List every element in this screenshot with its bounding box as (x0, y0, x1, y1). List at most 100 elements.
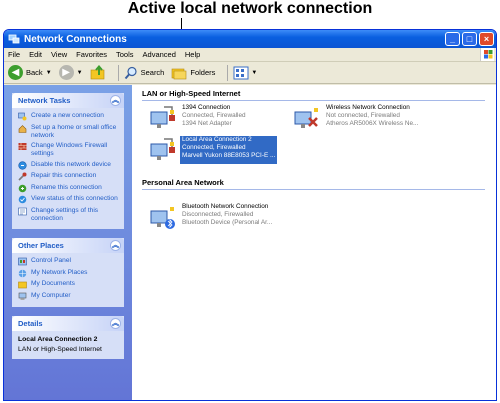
collapse-chevron-icon[interactable]: ︽ (110, 240, 121, 251)
network-tasks-panel: Network Tasks ︽ Create a new connection … (12, 93, 124, 229)
close-button[interactable]: × (479, 32, 494, 46)
other-places-header[interactable]: Other Places ︽ (12, 238, 124, 253)
task-pane: Network Tasks ︽ Create a new connection … (4, 85, 136, 400)
connection-1394[interactable]: 1394 Connection Connected, Firewalled 13… (148, 104, 248, 132)
details-type: LAN or High-Speed Internet (18, 346, 102, 353)
views-icon (233, 66, 249, 79)
place-my-documents[interactable]: My Documents (18, 280, 120, 289)
network-tasks-list: Create a new connection Set up a home or… (12, 108, 124, 229)
details-name: Local Area Connection 2 (18, 336, 98, 343)
wireless-connection-icon (294, 108, 318, 128)
task-disable-device[interactable]: Disable this network device (18, 161, 120, 170)
menu-view[interactable]: View (51, 50, 67, 59)
minimize-button[interactable]: _ (445, 32, 460, 46)
chevron-down-icon: ▼ (45, 69, 52, 76)
connection-local-area-2[interactable]: Local Area Connection 2 Connected, Firew… (148, 136, 278, 164)
details-panel: Details ︽ Local Area Connection 2 LAN or… (12, 316, 124, 359)
network-tasks-title: Network Tasks (18, 96, 71, 105)
collapse-chevron-icon[interactable]: ︽ (110, 95, 121, 106)
menu-advanced[interactable]: Advanced (143, 50, 176, 59)
folders-label: Folders (190, 68, 216, 77)
network-connection-icon (150, 138, 175, 160)
toolbar-separator (117, 64, 119, 81)
collapse-chevron-icon[interactable]: ︽ (110, 318, 121, 329)
documents-folder-icon (18, 281, 27, 289)
connection-name: Bluetooth Network Connection (182, 203, 269, 210)
task-repair-connection[interactable]: Repair this connection (18, 172, 120, 181)
network-tasks-header[interactable]: Network Tasks ︽ (12, 93, 124, 108)
back-label: Back (26, 68, 43, 77)
window-title: Network Connections (24, 33, 127, 45)
menu-help[interactable]: Help (185, 50, 200, 59)
connection-name: Wireless Network Connection (326, 104, 410, 111)
toolbar-separator (227, 64, 229, 81)
connection-name: 1394 Connection (182, 104, 231, 111)
menu-bar: File Edit View Favorites Tools Advanced … (4, 48, 496, 62)
computer-icon (18, 292, 27, 300)
title-bar: Network Connections _ □ × (4, 30, 496, 48)
new-connection-icon (18, 112, 27, 121)
disable-icon (18, 160, 27, 170)
connection-bluetooth[interactable]: Bluetooth Network Connection Disconnecte… (148, 203, 274, 231)
toolbar: ◀ Back ▼ ▶ ▼ Search Folders ▼ (4, 62, 496, 84)
details-header[interactable]: Details ︽ (12, 316, 124, 331)
folders-button[interactable]: Folders (171, 66, 215, 80)
windows-logo-icon (480, 48, 494, 61)
chevron-down-icon: ▼ (76, 69, 83, 76)
folders-icon (172, 68, 187, 79)
network-connections-icon (8, 34, 20, 44)
other-places-panel: Other Places ︽ Control Panel My Network … (12, 238, 124, 307)
up-folder-icon (90, 65, 104, 80)
menu-favorites[interactable]: Favorites (76, 50, 107, 59)
connection-status: Disconnected, Firewalled (182, 211, 254, 218)
connection-device: Bluetooth Device (Personal Ar... (182, 219, 273, 226)
connections-list: LAN or High-Speed Internet 1394 Connecti… (132, 85, 496, 400)
repair-icon (18, 172, 27, 181)
other-places-list: Control Panel My Network Places My Docum… (12, 253, 124, 307)
menu-file[interactable]: File (8, 50, 20, 59)
menu-edit[interactable]: Edit (29, 50, 42, 59)
back-button[interactable]: ◀ Back ▼ (8, 65, 52, 80)
network-connection-icon (150, 106, 175, 128)
connection-wireless[interactable]: Wireless Network Connection Not connecte… (292, 104, 420, 132)
details-title: Details (18, 319, 43, 328)
task-firewall-settings[interactable]: Change Windows Firewall settings (18, 142, 120, 158)
task-rename-connection[interactable]: Rename this connection (18, 184, 120, 193)
task-home-network[interactable]: Set up a home or small office network (18, 124, 120, 140)
task-create-connection[interactable]: Create a new connection (18, 112, 120, 121)
connection-status: Connected, Firewalled (182, 112, 246, 119)
back-arrow-icon: ◀ (8, 65, 23, 80)
task-change-settings[interactable]: Change settings of this connection (18, 207, 120, 223)
home-network-icon (18, 124, 27, 133)
content-area: Network Tasks ︽ Create a new connection … (4, 85, 496, 400)
search-icon (124, 66, 137, 79)
bluetooth-connection-icon (150, 207, 175, 229)
menu-tools[interactable]: Tools (116, 50, 134, 59)
caption: Active local network connection (127, 0, 373, 17)
window: Network Connections _ □ × File Edit View… (3, 29, 497, 401)
connection-status: Connected, Firewalled (182, 144, 246, 151)
place-my-computer[interactable]: My Computer (18, 292, 120, 301)
connection-name: Local Area Connection 2 (182, 136, 252, 143)
group-header-pan: Personal Area Network (142, 178, 485, 190)
details-body: Local Area Connection 2 LAN or High-Spee… (12, 331, 124, 359)
connection-device: Marvell Yukon 88E8053 PCI-E ... (182, 152, 276, 159)
connection-device: 1394 Net Adapter (182, 120, 232, 127)
chevron-down-icon: ▼ (251, 69, 258, 76)
search-button[interactable]: Search (124, 66, 164, 80)
status-icon (18, 195, 27, 204)
connection-status: Not connected, Firewalled (326, 112, 400, 119)
forward-button[interactable]: ▶ ▼ (58, 65, 83, 80)
connection-device: Atheros AR5006X Wireless Ne... (326, 120, 419, 127)
firewall-icon (18, 143, 27, 150)
up-folder-button[interactable] (90, 65, 106, 80)
place-control-panel[interactable]: Control Panel (18, 257, 120, 266)
control-panel-icon (18, 257, 27, 266)
group-header-lan: LAN or High-Speed Internet (142, 89, 485, 101)
task-view-status[interactable]: View status of this connection (18, 195, 120, 204)
settings-icon (18, 207, 27, 215)
maximize-button[interactable]: □ (462, 32, 477, 46)
network-places-icon (18, 269, 27, 277)
place-my-network-places[interactable]: My Network Places (18, 269, 120, 278)
views-button[interactable]: ▼ (233, 66, 257, 80)
